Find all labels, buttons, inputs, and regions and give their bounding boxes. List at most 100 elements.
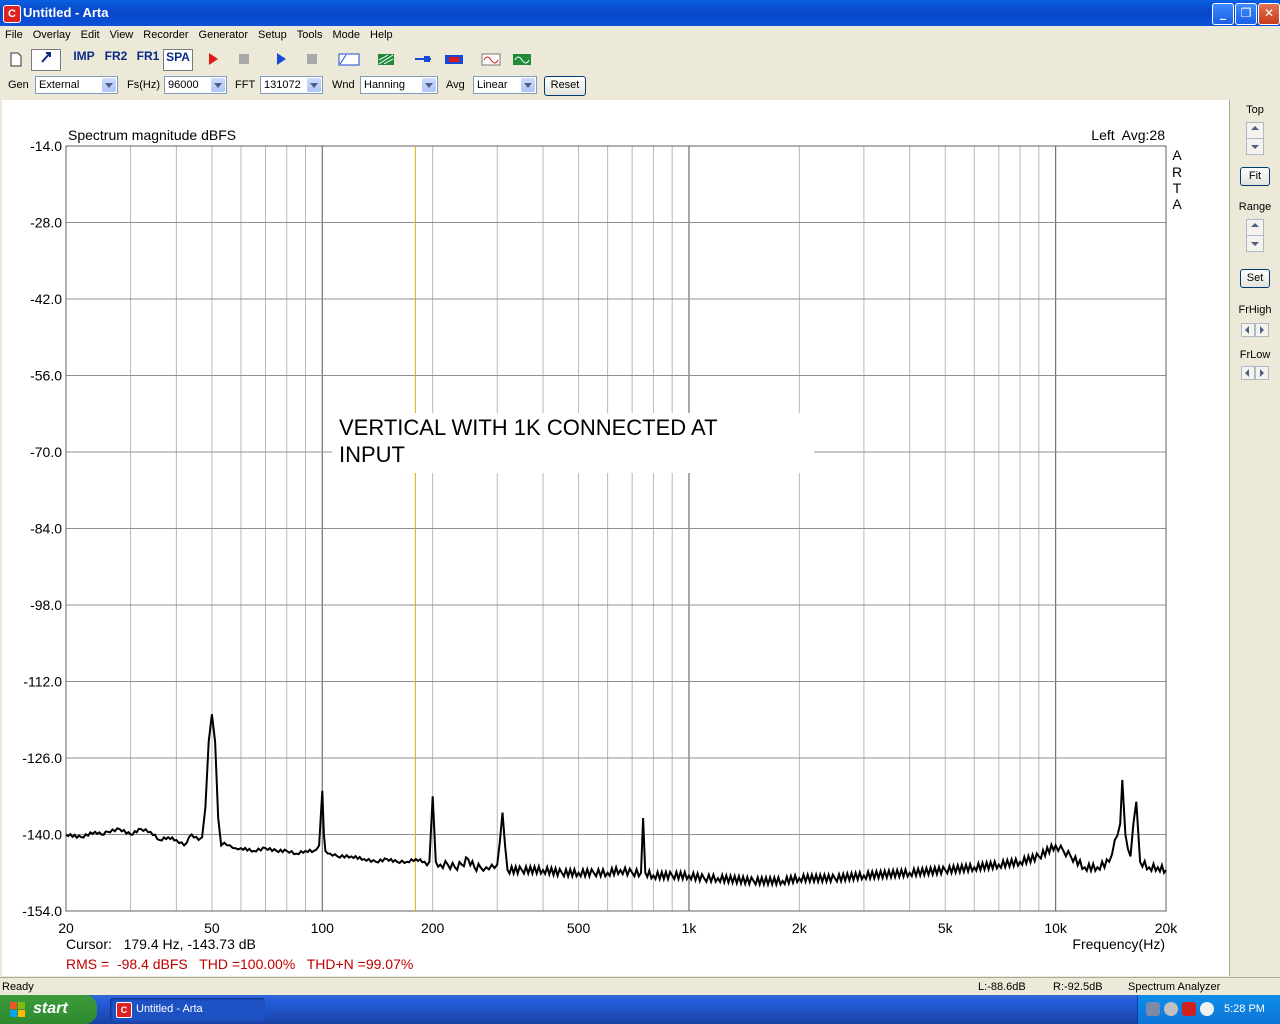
x-tick-label: 200 [421,920,445,936]
frhigh-left-icon[interactable] [1241,323,1255,337]
wnd-label: Wnd [332,79,355,91]
frlow-left-icon[interactable] [1241,366,1255,380]
status-ready: Ready [2,981,34,993]
minimize-button[interactable]: _ [1212,3,1234,25]
arta-app-icon[interactable]: C [3,5,21,23]
avg-select[interactable]: Linear [473,76,537,94]
abc-icon[interactable] [338,49,360,69]
frlow-label: FrLow [1239,349,1271,361]
maximize-button[interactable]: ❐ [1235,3,1257,25]
x-tick-label: 100 [311,920,335,936]
status-bar: Ready L:-88.6dB R:-92.5dB Spectrum Analy… [0,977,1280,996]
distortion-metrics: RMS = -98.4 dBFS THD =100.00% THD+N =99.… [66,956,413,972]
chevron-down-icon[interactable] [211,78,225,92]
y-tick-label: -112.0 [23,674,62,690]
y-tick-label: -70.0 [30,444,62,460]
taskbar-item-arta[interactable]: C Untitled - Arta [110,998,265,1021]
menu-edit[interactable]: Edit [76,26,105,41]
windows-flag-icon [10,1002,25,1017]
windows-taskbar: start C Untitled - Arta 5:28 PM [0,995,1280,1024]
start-button[interactable]: start [0,995,97,1024]
fr2-mode-button[interactable]: FR2 [102,49,130,69]
chevron-down-icon[interactable] [102,78,116,92]
x-tick-label: 50 [204,920,220,936]
fit-button[interactable]: Fit [1240,167,1270,186]
status-right-level: R:-92.5dB [1053,981,1103,993]
grid-settings-icon[interactable] [376,49,396,69]
gen-label: Gen [8,79,29,91]
generator-stop-icon[interactable] [304,49,320,69]
window-select[interactable]: Hanning [360,76,438,94]
reset-button[interactable]: Reset [544,76,586,96]
menu-recorder[interactable]: Recorder [138,26,193,41]
parameters-bar: Gen External Fs(Hz) 96000 FFT 131072 Wnd… [0,73,1280,99]
fr1-mode-button[interactable]: FR1 [134,49,162,69]
x-axis-label: Frequency(Hz) [1072,936,1165,952]
antivirus-icon[interactable] [1200,1002,1214,1016]
select-tool-button[interactable] [31,49,61,71]
window-titlebar: C Untitled - Arta _ ❐ ✕ [0,0,1280,26]
generator-play-icon[interactable] [273,49,289,69]
y-tick-label: -154.0 [22,903,62,919]
spectrum-chart[interactable]: -14.0 -28.0 -42.0 -56.0 -70.0 -84.0 -98.0 -112.… [2,100,1229,976]
watermark-a1: A [1172,147,1182,163]
menu-help[interactable]: Help [365,26,398,41]
spa-mode-button[interactable]: SPA [163,49,193,71]
spectrum-trace [65,714,1167,888]
watermark-r: R [1172,164,1182,180]
y-tick-label: -14.0 [30,138,62,154]
y-tick-label: -84.0 [30,521,62,537]
set-button[interactable]: Set [1240,269,1270,288]
cursor-readout: Cursor: 179.4 Hz, -143.73 dB [66,936,256,952]
volume-icon[interactable] [1164,1002,1178,1016]
arta-app-icon: C [116,1002,132,1018]
clock: 5:28 PM [1224,1003,1265,1015]
range-down-icon[interactable] [1246,235,1264,252]
system-tray: 5:28 PM [1137,995,1280,1024]
wnd-value: Hanning [364,79,405,91]
menu-mode[interactable]: Mode [327,26,365,41]
stop-icon[interactable] [236,49,252,69]
sine-wave-icon[interactable] [481,49,501,69]
menu-overlay[interactable]: Overlay [28,26,76,41]
menu-file[interactable]: File [0,26,28,41]
frhigh-right-icon[interactable] [1255,323,1269,337]
top-up-icon[interactable] [1246,122,1264,139]
chevron-down-icon[interactable] [422,78,436,92]
window-title: Untitled - Arta [23,5,109,20]
top-down-icon[interactable] [1246,138,1264,155]
security-shield-icon[interactable] [1182,1002,1196,1016]
menu-generator[interactable]: Generator [194,26,254,41]
new-file-icon[interactable] [8,49,24,69]
menu-view[interactable]: View [105,26,139,41]
menu-tools[interactable]: Tools [292,26,328,41]
cable-icon[interactable] [413,49,433,69]
x-tick-label: 10k [1044,920,1068,936]
network-icon[interactable] [1146,1002,1160,1016]
y-tick-label: -42.0 [30,291,62,307]
x-tick-label: 20 [58,920,74,936]
fft-select[interactable]: 131072 [260,76,323,94]
menu-setup[interactable]: Setup [253,26,292,41]
annotation-line-2: INPUT [339,442,405,467]
frlow-right-icon[interactable] [1255,366,1269,380]
record-play-icon[interactable] [205,49,221,69]
status-left-level: L:-88.6dB [978,981,1026,993]
gen-select[interactable]: External [35,76,118,94]
y-tick-label: -140.0 [22,827,62,843]
calibration-icon[interactable] [444,49,464,69]
x-tick-label: 20k [1155,920,1179,936]
chevron-down-icon[interactable] [307,78,321,92]
fs-select[interactable]: 96000 [164,76,227,94]
impulse-mode-button[interactable]: IMP [70,49,98,69]
chevron-down-icon[interactable] [521,78,535,92]
close-button[interactable]: ✕ [1258,3,1280,25]
watermark-a2: A [1172,196,1182,212]
avg-value: Linear [477,79,508,91]
plot-area[interactable]: -14.0 -28.0 -42.0 -56.0 -70.0 -84.0 -98.0 -112.… [2,100,1230,976]
range-up-icon[interactable] [1246,219,1264,236]
channel-avg-label: Left Avg:28 [1091,127,1165,143]
scope-icon[interactable] [512,49,532,69]
plot-title: Spectrum magnitude dBFS [68,127,236,143]
y-tick-label: -28.0 [30,215,62,231]
